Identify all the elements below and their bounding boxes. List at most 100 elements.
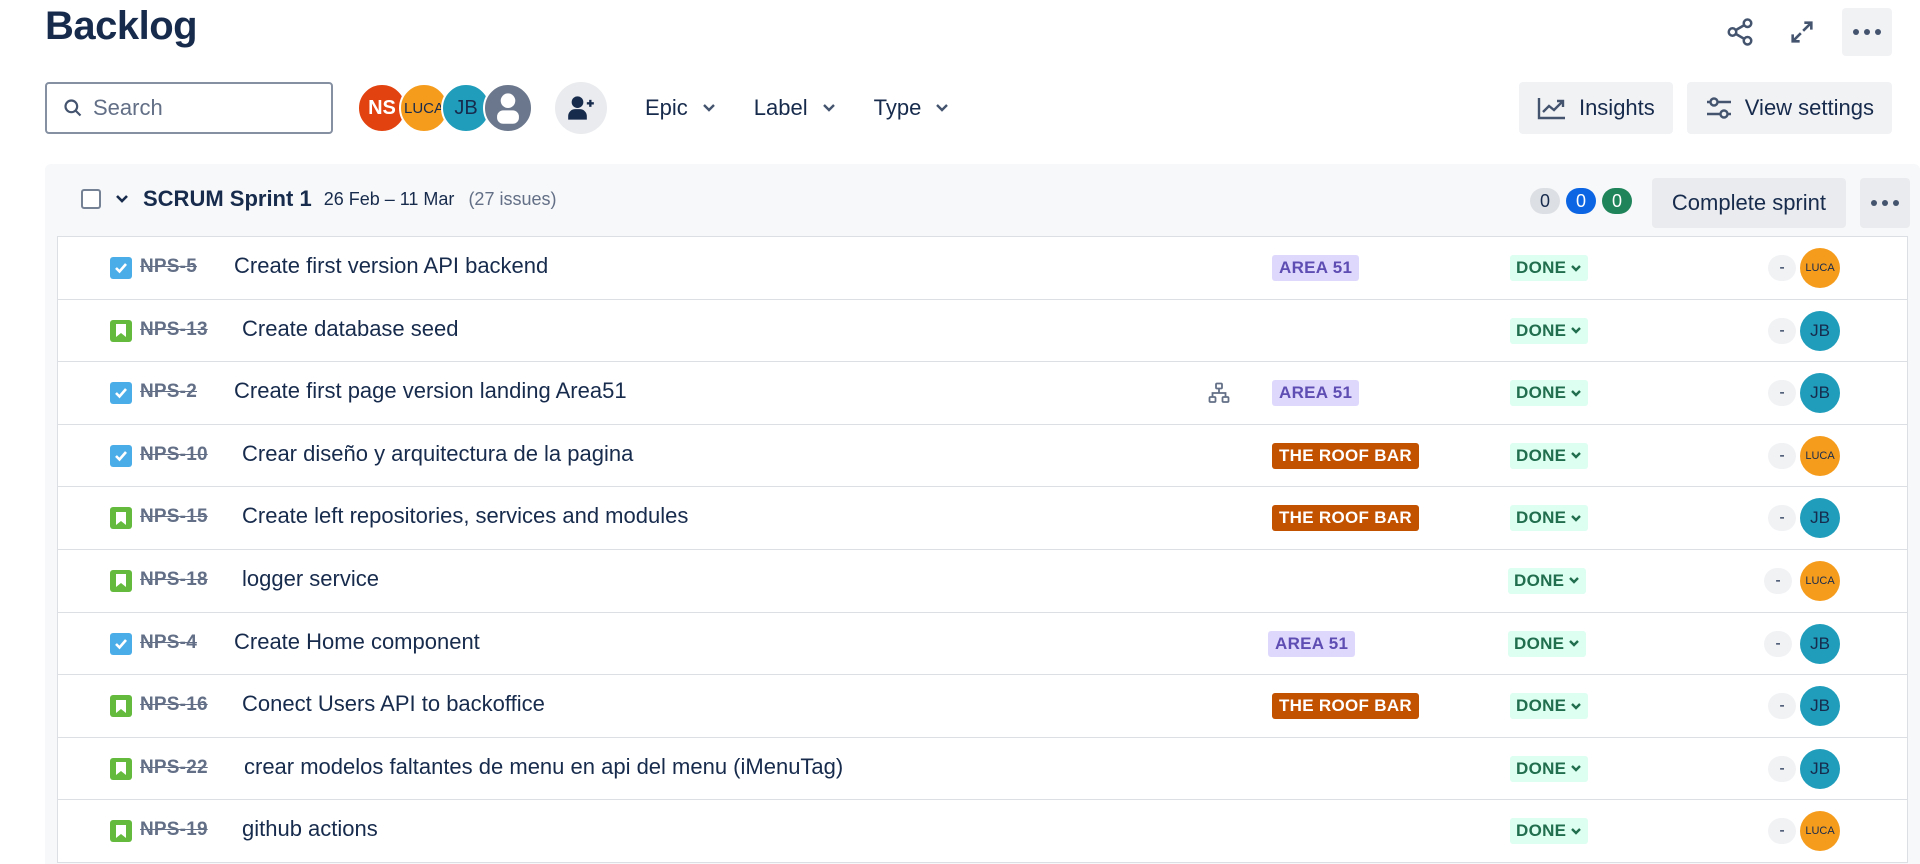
issue-key[interactable]: NPS-4 <box>140 632 197 654</box>
estimate-badge[interactable]: - <box>1768 693 1796 720</box>
status-dropdown[interactable]: DONE <box>1510 380 1589 407</box>
assignee-avatar[interactable]: JB <box>1800 310 1840 351</box>
sprint-header: SCRUM Sprint 1 26 Feb – 11 Mar (27 issue… <box>45 164 1920 234</box>
issue-key[interactable]: NPS-18 <box>140 569 208 591</box>
issue-row[interactable]: NPS-4 Create Home component AREA 51 DONE - JB <box>58 613 1907 676</box>
estimate-badge[interactable]: - <box>1764 567 1792 594</box>
task-type-icon <box>110 257 132 279</box>
issue-summary[interactable]: Create first page version landing Area51 <box>234 378 627 404</box>
status-dropdown[interactable]: DONE <box>1510 755 1589 782</box>
search-box[interactable] <box>45 82 333 134</box>
estimate-badge[interactable]: - <box>1764 630 1792 657</box>
issue-summary[interactable]: crear modelos faltantes de menu en api d… <box>244 754 843 780</box>
chevron-down-icon <box>1571 452 1582 459</box>
issue-summary[interactable]: Crear diseño y arquitectura de la pagina <box>242 441 633 467</box>
assignee-avatar[interactable]: LUCA <box>1800 435 1840 476</box>
issue-row[interactable]: NPS-16 Conect Users API to backoffice THE … <box>58 675 1907 738</box>
status-dropdown[interactable]: DONE <box>1510 693 1589 720</box>
avatar-unassigned[interactable] <box>483 83 533 133</box>
estimate-badge[interactable]: - <box>1768 380 1796 407</box>
more-actions-button[interactable] <box>1842 8 1892 56</box>
issue-row[interactable]: NPS-15 Create left repositories, services… <box>58 487 1907 550</box>
assignee-avatar[interactable]: LUCA <box>1800 560 1840 601</box>
status-dropdown[interactable]: DONE <box>1510 505 1589 532</box>
sprint-more-button[interactable] <box>1860 178 1910 228</box>
issue-key[interactable]: NPS-16 <box>140 694 208 716</box>
assignee-avatar[interactable]: JB <box>1800 373 1840 414</box>
epic-lozenge[interactable]: AREA 51 <box>1272 255 1360 281</box>
assignee-avatar[interactable]: JB <box>1800 686 1840 727</box>
issue-summary[interactable]: Create Home component <box>234 629 480 655</box>
issue-summary[interactable]: github actions <box>242 816 378 842</box>
chevron-down-icon[interactable] <box>115 194 129 204</box>
more-icon <box>1853 29 1881 35</box>
issue-summary[interactable]: Create left repositories, services and m… <box>242 503 688 529</box>
insights-label: Insights <box>1578 95 1655 120</box>
epic-lozenge[interactable]: THE ROOF BAR <box>1272 693 1419 720</box>
status-dropdown[interactable]: DONE <box>1508 567 1587 594</box>
estimate-badge[interactable]: - <box>1768 505 1796 532</box>
story-type-icon <box>110 569 132 592</box>
sprint-container: SCRUM Sprint 1 26 Feb – 11 Mar (27 issue… <box>45 164 1920 864</box>
estimate-badge[interactable]: - <box>1768 255 1796 281</box>
issue-summary[interactable]: Create first version API backend <box>234 253 548 279</box>
issue-key[interactable]: NPS-19 <box>140 819 208 841</box>
issue-row[interactable]: NPS-18 logger service DONE - LUCA <box>58 550 1907 613</box>
filter-label[interactable]: Label <box>754 95 836 121</box>
status-dropdown[interactable]: DONE <box>1510 442 1589 469</box>
filter-epic[interactable]: Epic <box>645 95 716 121</box>
search-input[interactable] <box>93 95 313 121</box>
chevron-down-icon <box>1571 327 1582 334</box>
child-issues-icon[interactable] <box>1208 382 1230 409</box>
issue-key[interactable]: NPS-13 <box>140 319 208 341</box>
issue-key[interactable]: NPS-15 <box>140 506 208 528</box>
status-dropdown[interactable]: DONE <box>1510 818 1589 845</box>
issue-row[interactable]: NPS-19 github actions DONE - LUCA <box>58 800 1907 863</box>
sprint-dates: 26 Feb – 11 Mar <box>323 188 455 209</box>
issue-key[interactable]: NPS-5 <box>140 256 197 278</box>
assignee-avatar[interactable]: LUCA <box>1800 248 1840 288</box>
epic-lozenge[interactable]: AREA 51 <box>1272 380 1360 407</box>
issue-key[interactable]: NPS-22 <box>140 757 208 779</box>
issue-row[interactable]: NPS-2 Create first page version landing A… <box>58 362 1907 425</box>
estimate-badge[interactable]: - <box>1768 818 1796 845</box>
issue-list: NPS-5 Create first version API backend ARE… <box>57 236 1908 863</box>
filter-type[interactable]: Type <box>874 95 950 121</box>
status-label: DONE <box>1514 633 1565 653</box>
issue-row[interactable]: NPS-5 Create first version API backend ARE… <box>58 237 1907 300</box>
estimate-badge[interactable]: - <box>1768 755 1796 782</box>
expand-button[interactable] <box>1780 10 1824 54</box>
add-people-button[interactable] <box>555 82 607 134</box>
done-count-badge: 0 <box>1602 188 1632 214</box>
status-dropdown[interactable]: DONE <box>1510 317 1589 344</box>
issue-key[interactable]: NPS-10 <box>140 444 208 466</box>
issue-key[interactable]: NPS-2 <box>140 381 197 403</box>
chevron-down-icon <box>936 104 949 112</box>
epic-lozenge[interactable]: THE ROOF BAR <box>1272 442 1419 469</box>
task-type-icon <box>110 444 132 467</box>
assignee-avatar[interactable]: JB <box>1800 498 1840 539</box>
story-type-icon <box>110 757 132 780</box>
insights-button[interactable]: Insights <box>1518 82 1673 134</box>
epic-lozenge[interactable]: THE ROOF BAR <box>1272 505 1419 532</box>
story-type-icon <box>110 820 132 843</box>
sprint-checkbox[interactable] <box>81 189 101 209</box>
estimate-badge[interactable]: - <box>1768 317 1796 344</box>
status-dropdown[interactable]: DONE <box>1508 630 1587 657</box>
issue-summary[interactable]: Create database seed <box>242 316 459 342</box>
estimate-badge[interactable]: - <box>1768 442 1796 469</box>
share-button[interactable] <box>1718 10 1762 54</box>
issue-row[interactable]: NPS-22 crear modelos faltantes de menu en… <box>58 738 1907 801</box>
view-settings-button[interactable]: View settings <box>1686 82 1892 134</box>
assignee-avatar[interactable]: LUCA <box>1800 811 1840 852</box>
complete-sprint-button[interactable]: Complete sprint <box>1651 178 1846 228</box>
assignee-avatar[interactable]: JB <box>1800 748 1840 789</box>
issue-summary[interactable]: Conect Users API to backoffice <box>242 691 545 717</box>
epic-lozenge[interactable]: AREA 51 <box>1268 630 1356 657</box>
status-dropdown[interactable]: DONE <box>1510 255 1589 281</box>
assignee-avatar[interactable]: JB <box>1800 623 1840 664</box>
issue-row[interactable]: NPS-13 Create database seed DONE - JB <box>58 300 1907 363</box>
issue-row[interactable]: NPS-10 Crear diseño y arquitectura de la … <box>58 425 1907 488</box>
issue-summary[interactable]: logger service <box>242 566 379 592</box>
task-type-icon <box>110 382 132 405</box>
